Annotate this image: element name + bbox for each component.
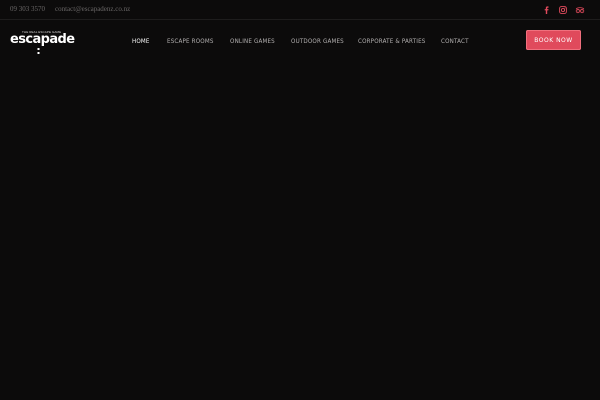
nav-item-outdoor-games[interactable]: OUTDOOR GAMES xyxy=(291,38,344,45)
facebook-icon[interactable] xyxy=(541,5,551,15)
logo-wordmark: escapade xyxy=(10,32,75,47)
nav-item-escape-rooms[interactable]: ESCAPE ROOMS xyxy=(167,38,214,45)
main-navigation: THE REAL ESCAPE GAME escapade HOME ESCAP… xyxy=(0,20,600,80)
book-now-button[interactable]: BOOK NOW xyxy=(526,30,581,50)
nav-item-online-games[interactable]: ONLINE GAMES xyxy=(230,38,275,45)
nav-item-contact[interactable]: CONTACT xyxy=(441,38,469,45)
phone-number[interactable]: 09 303 3570 xyxy=(10,5,45,13)
main-content-area xyxy=(0,62,600,400)
nav-item-home[interactable]: HOME xyxy=(132,38,150,45)
email-link[interactable]: contact@escapadenz.co.nz xyxy=(55,5,130,13)
tripadvisor-icon[interactable] xyxy=(575,5,585,15)
escapade-logo[interactable]: THE REAL ESCAPE GAME escapade xyxy=(10,30,75,60)
top-bar: 09 303 3570 contact@escapadenz.co.nz xyxy=(0,0,600,20)
logo-dots-icon xyxy=(37,48,40,54)
instagram-icon[interactable] xyxy=(558,5,568,15)
nav-item-corporate-parties[interactable]: CORPORATE & PARTIES xyxy=(358,38,426,45)
